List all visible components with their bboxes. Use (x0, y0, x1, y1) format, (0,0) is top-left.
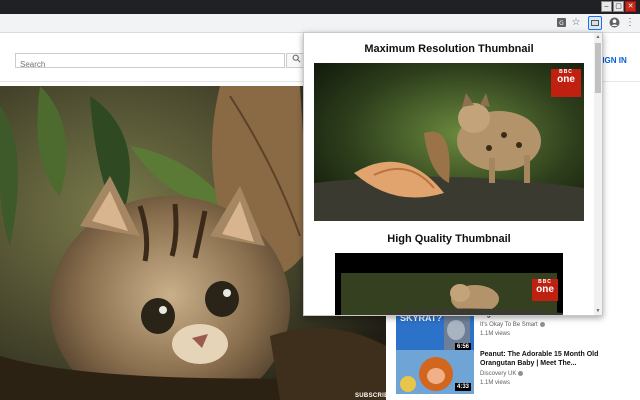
max-resolution-heading: Maximum Resolution Thumbnail (304, 43, 594, 55)
video-thumbnail[interactable]: SKYRAT? 6:56 (396, 310, 474, 354)
video-title[interactable]: Peanut: The Adorable 15 Month Old Orangu… (480, 350, 630, 368)
translate-icon[interactable]: G (555, 17, 567, 29)
channel-name[interactable]: It's Okay To Be Smart (480, 322, 545, 328)
duration-badge: 4:33 (455, 383, 471, 391)
svg-text:G: G (559, 20, 564, 27)
bbc-one-logo: BBCone (532, 279, 558, 301)
high-quality-thumbnail[interactable]: BBCone (335, 253, 563, 315)
list-item[interactable]: 4:33 Peanut: The Adorable 15 Month Old O… (396, 350, 636, 390)
popup-scrollbar[interactable]: ▲ ▼ (594, 33, 602, 315)
thumbnail-popup: Maximum Resolution Thumbnail (303, 32, 603, 316)
browser-title-bar: – ▢ ✕ (0, 0, 640, 14)
search-icon (292, 54, 301, 63)
search-input[interactable] (16, 58, 284, 71)
browser-menu-icon[interactable]: ⋮ (624, 17, 636, 29)
window-controls: – ▢ ✕ (601, 1, 636, 12)
minimize-button[interactable]: – (601, 1, 612, 12)
scroll-up-arrow-icon[interactable]: ▲ (594, 33, 602, 41)
subscribe-watermark[interactable]: SUBSCRIBE (355, 393, 393, 399)
close-window-button[interactable]: ✕ (625, 1, 636, 12)
browser-toolbar: G ☆ ⋮ (0, 14, 640, 33)
view-count: 1.1M views (480, 331, 510, 337)
max-resolution-thumbnail[interactable]: BBCone (314, 63, 584, 221)
bookmark-star-icon[interactable]: ☆ (570, 17, 582, 29)
channel-name[interactable]: Discovery UK (480, 371, 523, 377)
scroll-down-arrow-icon[interactable]: ▼ (594, 307, 602, 315)
verified-icon (518, 371, 523, 376)
extension-icon[interactable] (588, 16, 602, 30)
high-quality-heading: High Quality Thumbnail (304, 233, 594, 245)
view-count: 1.1M views (480, 380, 510, 386)
profile-icon[interactable] (608, 17, 620, 29)
maximize-button[interactable]: ▢ (613, 1, 624, 12)
search-box[interactable] (15, 53, 285, 68)
verified-icon (540, 322, 545, 327)
bbc-one-logo: BBCone (551, 69, 581, 97)
scrollbar-thumb[interactable] (595, 43, 601, 93)
video-thumbnail[interactable]: 4:33 (396, 350, 474, 394)
